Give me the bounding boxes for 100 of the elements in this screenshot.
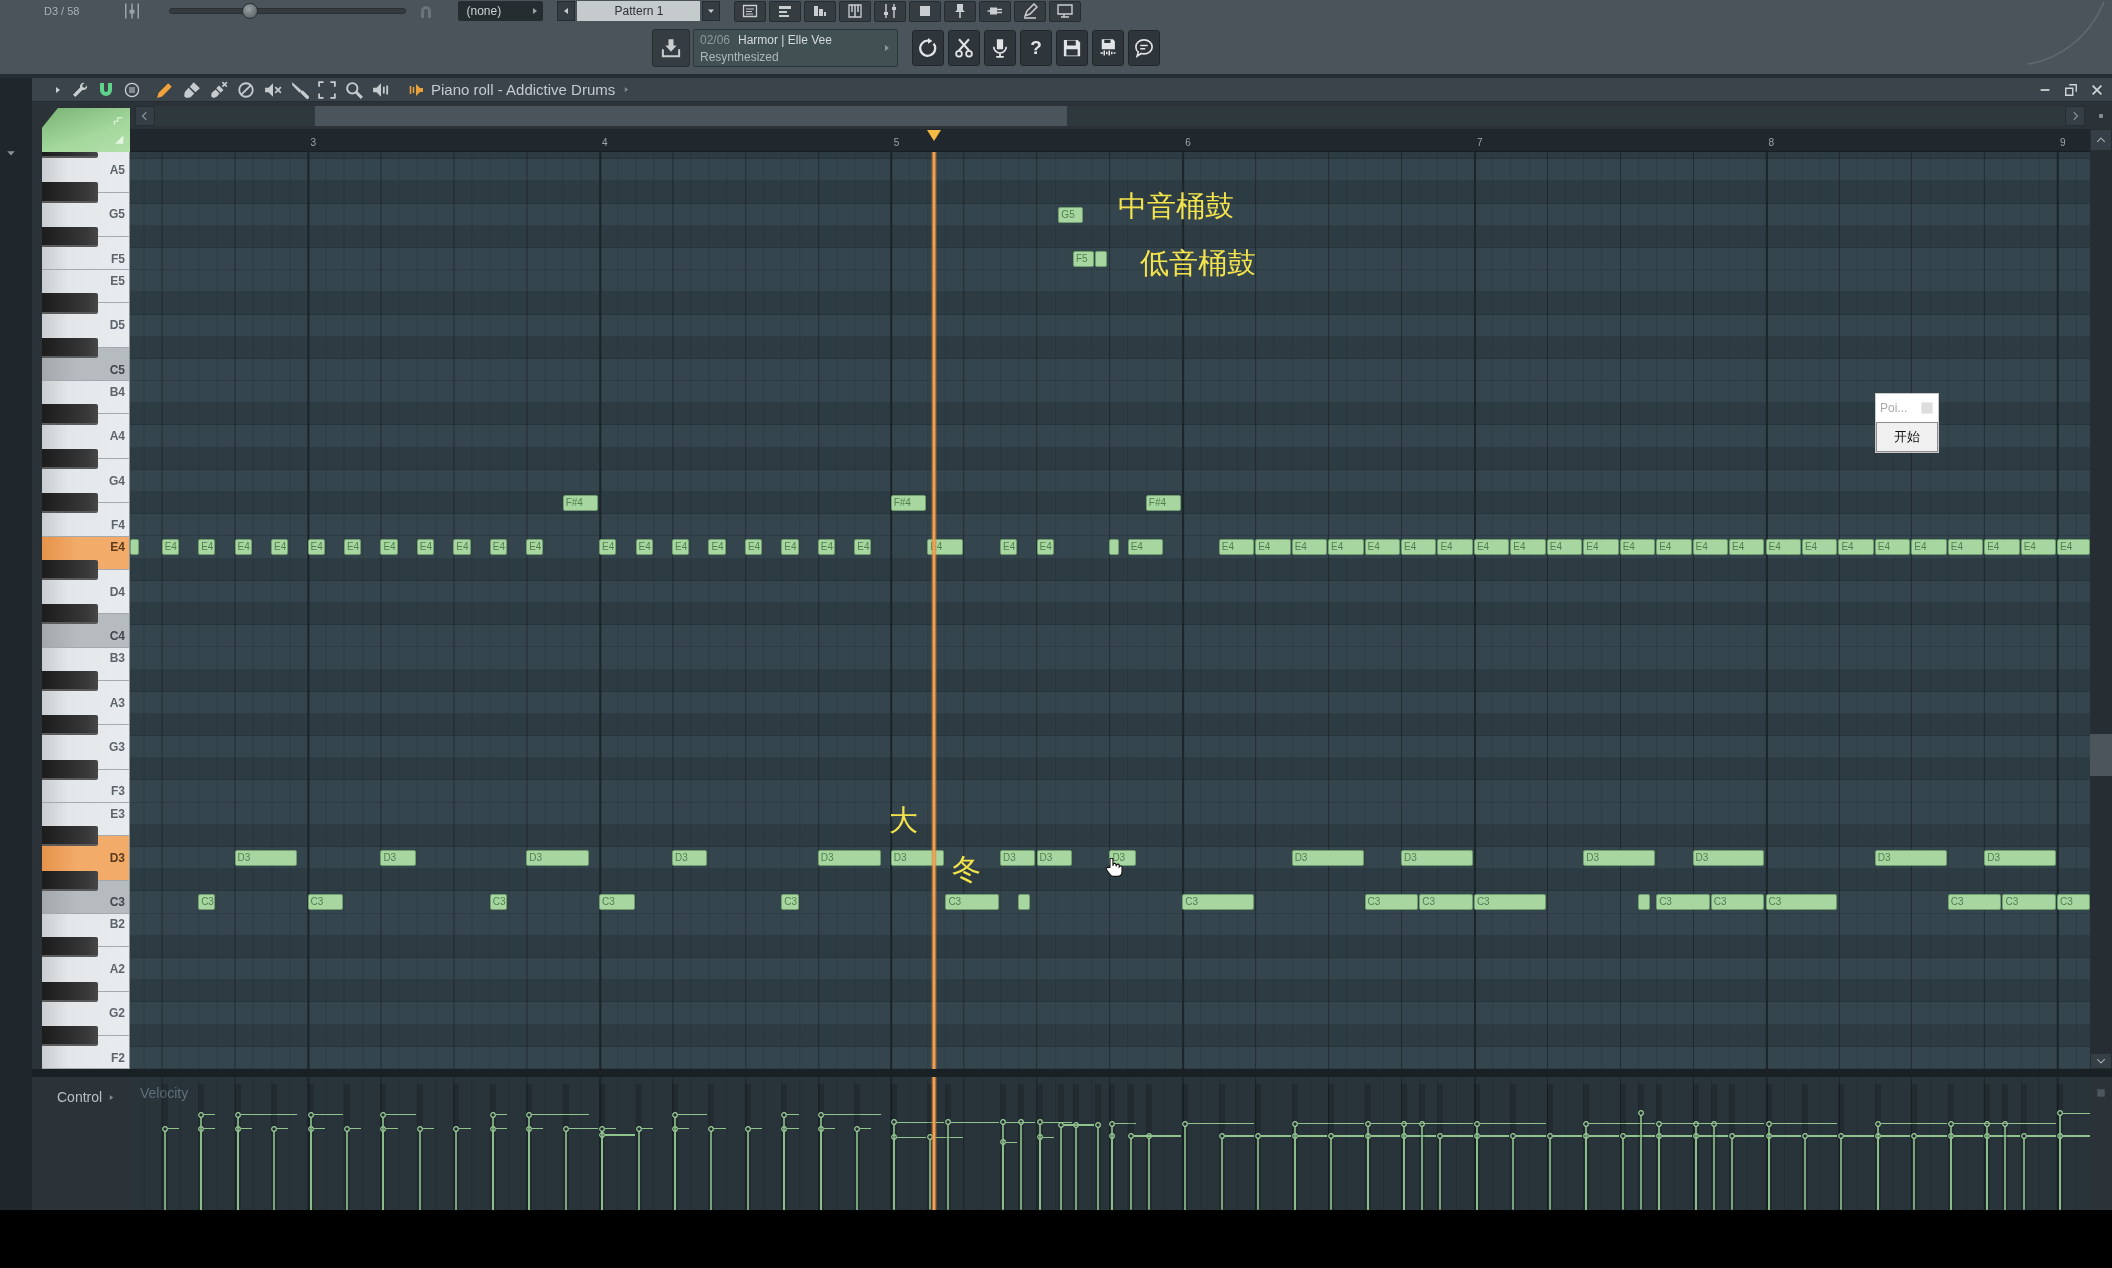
velocity-stem[interactable] [1255,1133,1262,1210]
note[interactable]: F#4 [890,495,927,511]
note[interactable]: E4 [489,539,507,556]
velocity-stem[interactable] [1058,1121,1065,1210]
note[interactable] [130,539,139,556]
note[interactable]: C3 [1419,894,1473,911]
note[interactable]: E4 [1510,539,1546,556]
note[interactable] [1094,250,1107,267]
note[interactable]: D3 [1036,850,1072,866]
velocity-stem[interactable] [945,1119,952,1210]
circle-lines-icon[interactable] [124,81,140,98]
toolbar-button[interactable] [948,30,980,66]
toolbar-button[interactable] [944,0,977,22]
velocity-stem[interactable] [416,1125,423,1210]
note[interactable]: E4 [781,539,799,556]
note[interactable]: E4 [672,539,690,556]
vertical-scrollbar[interactable] [2090,151,2112,1053]
playhead-marker-icon[interactable] [926,130,941,141]
velocity-stem[interactable] [1145,1133,1152,1210]
note[interactable]: E4 [1984,539,2020,556]
scroll-left-button[interactable] [135,105,155,126]
speaker-icon[interactable] [408,81,424,98]
velocity-stem[interactable] [1911,1133,1918,1210]
caret-down-icon[interactable] [6,148,16,158]
velocity-stem[interactable] [1036,1119,1043,1210]
magnifier-icon[interactable] [345,80,363,99]
toolbar-button[interactable] [839,0,872,22]
note[interactable]: E4 [1838,539,1874,556]
note[interactable]: E4 [1765,539,1801,556]
note-row[interactable] [130,403,2090,426]
piano-key[interactable] [42,937,98,958]
toolbar-button[interactable] [804,0,837,22]
note[interactable] [1109,539,1120,556]
piano-key[interactable] [42,715,98,736]
note[interactable]: E4 [307,539,325,556]
note[interactable]: D3 [890,850,945,866]
slider-knob[interactable] [242,3,259,19]
brush-icon[interactable] [183,80,201,99]
note[interactable]: E4 [1401,539,1437,556]
velocity-stem[interactable] [1094,1121,1101,1210]
note[interactable]: C3 [2002,894,2057,911]
note[interactable]: D3 [1401,850,1473,866]
magnet-icon[interactable] [98,81,114,98]
piano-key[interactable] [42,759,98,780]
toolbar-button[interactable] [1049,0,1082,22]
note[interactable]: G5 [1058,206,1083,223]
note[interactable]: E4 [161,539,179,556]
note[interactable]: C3 [1364,894,1419,911]
scrollbar-thumb[interactable] [315,105,1067,126]
note[interactable]: C3 [1947,894,2002,911]
brush-cross-icon[interactable] [210,80,228,99]
note[interactable]: C3 [1710,894,1765,911]
velocity-stem[interactable] [744,1125,751,1210]
note[interactable]: E4 [1546,539,1583,556]
note[interactable]: E4 [1911,539,1947,556]
piano-key[interactable] [42,870,98,891]
velocity-stem[interactable] [1729,1133,1736,1210]
previous-pattern-button[interactable] [557,1,576,21]
note[interactable]: E4 [1619,539,1656,556]
note[interactable]: E4 [1692,539,1729,556]
note-row[interactable]: F#4 F#4 F#4 [130,492,2090,515]
piano-key[interactable] [42,559,98,580]
note[interactable]: E4 [271,539,289,556]
note[interactable]: C3 [599,894,635,911]
corner-panel[interactable] [42,108,130,152]
horizontal-scrollbar[interactable] [155,105,2065,126]
note[interactable]: E4 [599,539,617,556]
velocity-stem[interactable] [854,1125,861,1210]
note[interactable]: E4 [1000,539,1018,556]
no-entry-icon[interactable] [237,80,255,99]
toolbar-button[interactable] [874,0,907,22]
note[interactable]: E4 [1036,539,1054,556]
note[interactable]: E4 [744,539,763,556]
pattern-selector[interactable]: Pattern 1 [577,1,701,21]
toolbar-button[interactable] [912,30,944,66]
velocity-stem[interactable] [1510,1133,1517,1210]
velocity-stem[interactable] [271,1125,278,1210]
caret-icon[interactable] [108,1094,116,1101]
note[interactable]: C3 [1656,894,1710,911]
piano-key[interactable] [42,337,98,358]
select-icon[interactable] [318,80,336,99]
note[interactable]: C3 [945,894,1000,911]
caret-icon[interactable] [54,85,62,94]
piano-key[interactable] [42,226,98,247]
note[interactable]: E4 [1874,539,1911,556]
note[interactable]: D3 [1291,850,1364,866]
note[interactable]: E4 [198,539,216,556]
note[interactable]: D3 [672,850,708,866]
note[interactable]: E4 [1583,539,1619,556]
knife-icon[interactable] [291,80,309,99]
note[interactable]: D3 [817,850,881,866]
note[interactable]: E4 [1437,539,1473,556]
note[interactable]: E4 [234,539,252,556]
piano-key[interactable] [42,493,98,514]
note[interactable]: E4 [1328,539,1364,556]
velocity-stem[interactable] [1546,1133,1553,1210]
piano-key[interactable] [42,981,98,1002]
velocity-stem[interactable] [1637,1110,1644,1210]
scrollbar-thumb[interactable] [2090,734,2112,776]
note[interactable]: C3 [1473,894,1546,911]
